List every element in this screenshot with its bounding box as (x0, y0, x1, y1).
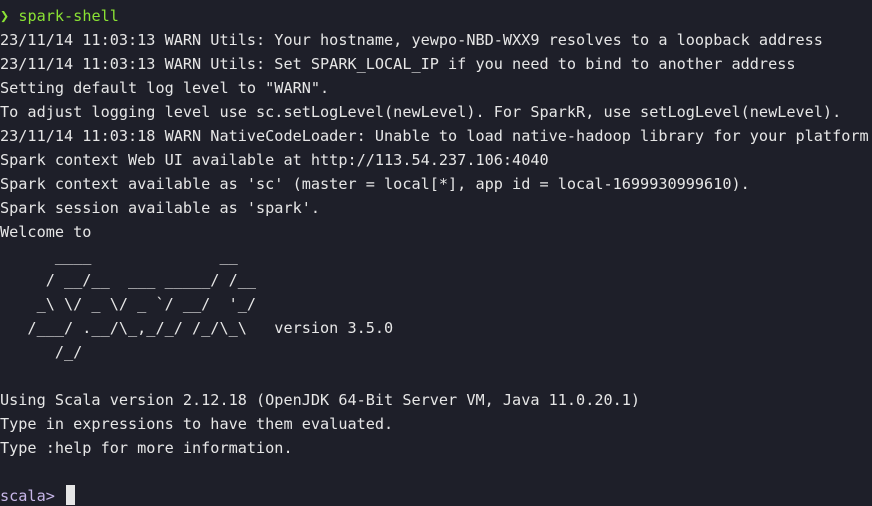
shell-command-line: ❯ spark-shell (0, 4, 872, 28)
info-line: Using Scala version 2.12.18 (OpenJDK 64-… (0, 391, 641, 409)
text-cursor[interactable] (66, 485, 76, 505)
log-line: Setting default log level to "WARN". (0, 79, 330, 97)
log-line: To adjust logging level use sc.setLogLev… (0, 103, 842, 121)
info-line: Type in expressions to have them evaluat… (0, 415, 394, 433)
terminal-window[interactable]: ❯ spark-shell 23/11/14 11:03:13 WARN Uti… (0, 0, 872, 506)
log-line: Spark context available as 'sc' (master … (0, 175, 750, 193)
welcome-line: Welcome to (0, 223, 92, 241)
prompt-chevron-icon: ❯ (0, 7, 10, 25)
scala-prompt: scala> (0, 487, 65, 505)
spark-banner-line: /_/ (0, 343, 83, 361)
spark-banner-line: / __/__ ___ _____/ /__ (0, 271, 257, 289)
log-line: Spark session available as 'spark'. (0, 199, 321, 217)
info-line: Type :help for more information. (0, 439, 293, 457)
spark-banner-line: /___/ .__/\_,_/_/ /_/\_\ version 3.5.0 (0, 319, 394, 337)
log-line: 23/11/14 11:03:18 WARN NativeCodeLoader:… (0, 127, 869, 145)
shell-command: spark-shell (18, 7, 119, 25)
spark-banner-line: _\ \/ _ \/ _ `/ __/ '_/ (0, 295, 257, 313)
log-line: 23/11/14 11:03:13 WARN Utils: Your hostn… (0, 31, 823, 49)
log-line: 23/11/14 11:03:13 WARN Utils: Set SPARK_… (0, 55, 796, 73)
log-line: Spark context Web UI available at http:/… (0, 151, 549, 169)
repl-input-line[interactable]: scala> (0, 484, 872, 506)
spark-banner-line: ____ __ (0, 247, 238, 265)
